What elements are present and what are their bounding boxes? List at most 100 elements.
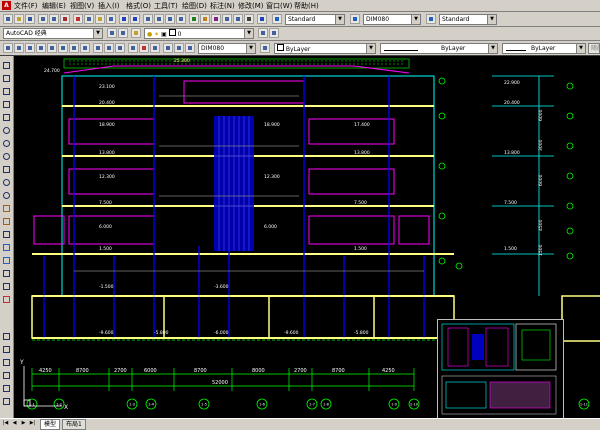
paste-icon[interactable] bbox=[95, 14, 105, 24]
point-icon[interactable] bbox=[1, 229, 11, 239]
dim-style-manager-icon[interactable] bbox=[260, 43, 270, 53]
polygon-icon[interactable] bbox=[1, 99, 11, 109]
menu-file[interactable]: 文件(F) bbox=[14, 1, 38, 11]
arc-length-icon[interactable] bbox=[25, 43, 35, 53]
dim-style-icon[interactable] bbox=[350, 14, 360, 24]
sheet-set-icon[interactable] bbox=[222, 14, 232, 24]
menu-window[interactable]: 窗口(W) bbox=[266, 1, 292, 11]
lineweight-control-dropdown[interactable]: ByLayer ▼ bbox=[502, 43, 586, 54]
drawing-canvas[interactable]: 24.700 23.100 20.400 18.900 13.800 12.30… bbox=[14, 56, 600, 418]
print-preview-icon[interactable] bbox=[49, 14, 59, 24]
copy-object-icon[interactable] bbox=[1, 344, 11, 354]
print-icon[interactable] bbox=[38, 14, 48, 24]
color-control-dropdown[interactable]: ByLayer ▼ bbox=[274, 43, 376, 54]
tab-model[interactable]: 模型 bbox=[40, 419, 61, 430]
next-tab-icon[interactable]: ▶ bbox=[20, 420, 27, 427]
thumbnail-preview[interactable] bbox=[437, 319, 564, 418]
properties-icon[interactable] bbox=[189, 14, 199, 24]
layer-manager-icon[interactable] bbox=[131, 28, 141, 38]
jogged-dim-icon[interactable] bbox=[58, 43, 68, 53]
menu-help[interactable]: 帮助(H) bbox=[294, 1, 319, 11]
hatch-icon[interactable] bbox=[1, 242, 11, 252]
autocad-logo-icon[interactable]: A bbox=[2, 1, 11, 10]
tool-palettes-icon[interactable] bbox=[211, 14, 221, 24]
open-file-icon[interactable] bbox=[14, 14, 24, 24]
design-center-icon[interactable] bbox=[200, 14, 210, 24]
menu-dimension[interactable]: 标注(N) bbox=[210, 1, 235, 11]
publish-icon[interactable] bbox=[60, 14, 70, 24]
menu-insert[interactable]: 插入(I) bbox=[98, 1, 120, 11]
region-icon[interactable] bbox=[1, 268, 11, 278]
insert-block-icon[interactable] bbox=[1, 203, 11, 213]
make-block-icon[interactable] bbox=[1, 216, 11, 226]
redo-icon[interactable] bbox=[130, 14, 140, 24]
tab-layout1[interactable]: 布局1 bbox=[62, 419, 86, 430]
menu-draw[interactable]: 绘图(D) bbox=[182, 1, 207, 11]
last-tab-icon[interactable]: ▶| bbox=[29, 420, 36, 427]
first-tab-icon[interactable]: |◀ bbox=[2, 420, 9, 427]
text-style-icon[interactable] bbox=[272, 14, 282, 24]
angular-dim-icon[interactable] bbox=[80, 43, 90, 53]
revision-cloud-icon[interactable] bbox=[1, 151, 11, 161]
copy-icon[interactable] bbox=[84, 14, 94, 24]
table-style-icon[interactable] bbox=[426, 14, 436, 24]
markup-icon[interactable] bbox=[233, 14, 243, 24]
baseline-dim-icon[interactable] bbox=[104, 43, 114, 53]
help-icon[interactable] bbox=[257, 14, 267, 24]
dim-edit-icon[interactable] bbox=[163, 43, 173, 53]
rectangle-icon[interactable] bbox=[1, 112, 11, 122]
dim-style-dropdown[interactable]: DIM080 ▼ bbox=[363, 14, 421, 25]
quick-dim-icon[interactable] bbox=[93, 43, 103, 53]
zoom-previous-icon[interactable] bbox=[176, 14, 186, 24]
calculator-icon[interactable] bbox=[244, 14, 254, 24]
ellipse-arc-icon[interactable] bbox=[1, 190, 11, 200]
circle-icon[interactable] bbox=[1, 138, 11, 148]
construction-line-icon[interactable] bbox=[1, 73, 11, 83]
workspace-settings-icon[interactable] bbox=[107, 28, 117, 38]
menu-edit[interactable]: 编辑(E) bbox=[42, 1, 66, 11]
line-icon[interactable] bbox=[1, 60, 11, 70]
tolerance-icon[interactable] bbox=[139, 43, 149, 53]
table-icon[interactable] bbox=[1, 281, 11, 291]
make-current-layer-icon[interactable] bbox=[258, 28, 268, 38]
text-style-dropdown[interactable]: Standard ▼ bbox=[285, 14, 345, 25]
dim-style-control[interactable]: DIM080 ▼ bbox=[198, 43, 256, 54]
menu-modify[interactable]: 修改(M) bbox=[238, 1, 264, 11]
ellipse-icon[interactable] bbox=[1, 177, 11, 187]
move-icon[interactable] bbox=[1, 396, 11, 406]
erase-icon[interactable] bbox=[1, 331, 11, 341]
pan-icon[interactable] bbox=[143, 14, 153, 24]
cut-icon[interactable] bbox=[73, 14, 83, 24]
layer-previous-icon[interactable] bbox=[269, 28, 279, 38]
continue-dim-icon[interactable] bbox=[115, 43, 125, 53]
ordinate-dim-icon[interactable] bbox=[36, 43, 46, 53]
save-icon[interactable] bbox=[25, 14, 35, 24]
radius-dim-icon[interactable] bbox=[47, 43, 57, 53]
zoom-window-icon[interactable] bbox=[165, 14, 175, 24]
workspace-dropdown[interactable]: AutoCAD 经典 ▼ bbox=[3, 28, 103, 39]
menu-format[interactable]: 格式(O) bbox=[126, 1, 151, 11]
array-icon[interactable] bbox=[1, 383, 11, 393]
prev-tab-icon[interactable]: ◀ bbox=[11, 420, 18, 427]
table-style-dropdown[interactable]: Standard ▼ bbox=[439, 14, 497, 25]
menu-tools[interactable]: 工具(T) bbox=[154, 1, 178, 11]
gradient-icon[interactable] bbox=[1, 255, 11, 265]
dim-update-icon[interactable] bbox=[185, 43, 195, 53]
arc-icon[interactable] bbox=[1, 125, 11, 135]
spline-icon[interactable] bbox=[1, 164, 11, 174]
polyline-icon[interactable] bbox=[1, 86, 11, 96]
multiline-text-icon[interactable] bbox=[1, 294, 11, 304]
layer-dropdown[interactable]: ● ✶ ▣ 0 ▼ bbox=[144, 28, 254, 39]
match-properties-icon[interactable] bbox=[106, 14, 116, 24]
workspace-save-icon[interactable] bbox=[118, 28, 128, 38]
linetype-control-dropdown[interactable]: ByLayer ▼ bbox=[380, 43, 498, 54]
linear-dim-icon[interactable] bbox=[3, 43, 13, 53]
new-file-icon[interactable] bbox=[3, 14, 13, 24]
aligned-dim-icon[interactable] bbox=[14, 43, 24, 53]
dim-text-edit-icon[interactable] bbox=[174, 43, 184, 53]
menu-view[interactable]: 视图(V) bbox=[70, 1, 94, 11]
zoom-realtime-icon[interactable] bbox=[154, 14, 164, 24]
mirror-icon[interactable] bbox=[1, 357, 11, 367]
diameter-dim-icon[interactable] bbox=[69, 43, 79, 53]
plot-style-control[interactable]: 随颜色 bbox=[588, 43, 600, 54]
